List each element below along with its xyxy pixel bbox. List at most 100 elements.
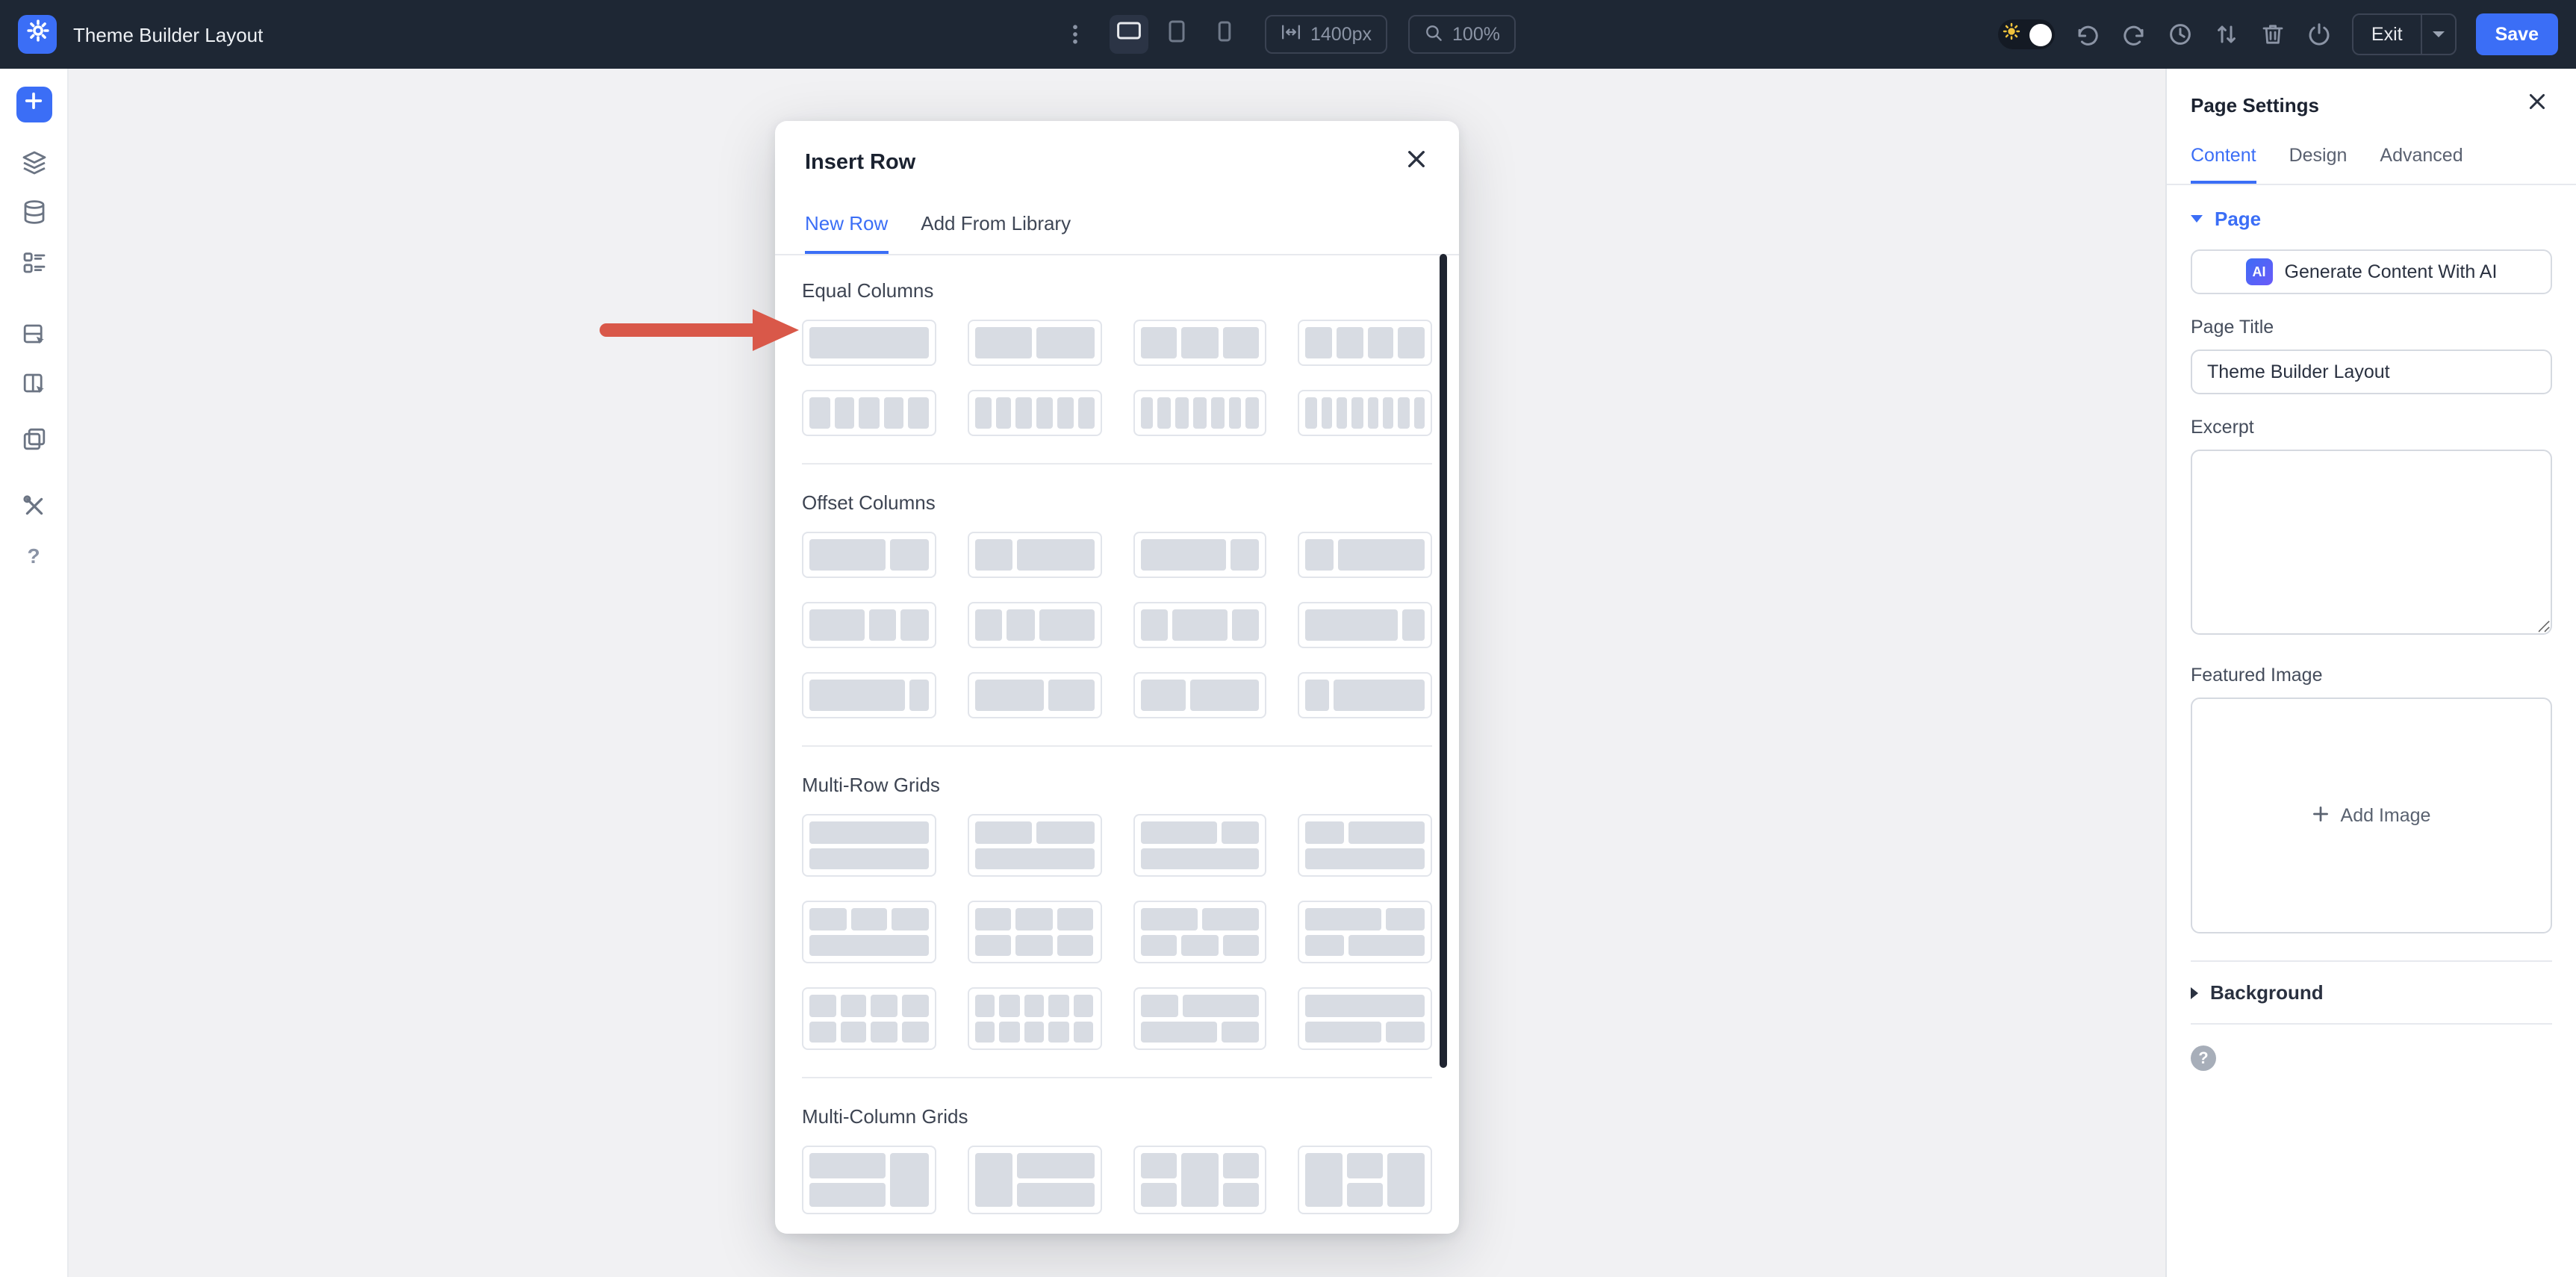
row-layout-option[interactable] — [802, 672, 936, 718]
row-layout-option[interactable] — [1133, 390, 1267, 436]
tablet-icon — [1163, 17, 1189, 52]
tab-new-row[interactable]: New Row — [805, 199, 888, 254]
document-title: Theme Builder Layout — [73, 23, 263, 46]
excerpt-textarea[interactable] — [2191, 450, 2552, 635]
tab-content[interactable]: Content — [2191, 134, 2256, 184]
row-layout-option[interactable] — [968, 320, 1102, 366]
row-layout-option[interactable] — [802, 987, 936, 1050]
help-button[interactable]: ? — [20, 542, 47, 569]
row-layout-option[interactable] — [1133, 532, 1267, 578]
panel-header: Page Settings — [2167, 69, 2576, 134]
row-layout-option[interactable] — [802, 390, 936, 436]
background-section-toggle[interactable]: Background — [2191, 960, 2552, 1025]
row-layout-option[interactable] — [1133, 320, 1267, 366]
row-layout-option[interactable] — [802, 602, 936, 648]
magnifier-icon — [1422, 22, 1443, 47]
history-icon[interactable] — [2167, 21, 2194, 48]
plus-icon — [2312, 804, 2330, 827]
row-layout-option[interactable] — [802, 814, 936, 877]
row-layout-option[interactable] — [802, 532, 936, 578]
mobile-icon — [1210, 17, 1237, 52]
panel-help-button[interactable]: ? — [2191, 1045, 2216, 1071]
add-content-button[interactable] — [16, 87, 52, 122]
row-layout-option[interactable] — [1133, 901, 1267, 963]
modal-section: Offset Columns — [802, 491, 1432, 718]
row-layout-option[interactable] — [1298, 320, 1433, 366]
saved-columns-button[interactable] — [20, 370, 47, 397]
add-image-dropzone[interactable]: Add Image — [2191, 697, 2552, 933]
database-icon — [20, 199, 47, 226]
excerpt-label: Excerpt — [2191, 417, 2552, 438]
row-layout-option[interactable] — [968, 814, 1102, 877]
row-layout-option[interactable] — [1133, 672, 1267, 718]
generate-content-ai-button[interactable]: AI Generate Content With AI — [2191, 249, 2552, 294]
row-layout-option[interactable] — [968, 1146, 1102, 1214]
top-toolbar: Theme Builder Layout — [0, 0, 2576, 69]
redo-button[interactable] — [2121, 21, 2147, 48]
viewport-width-input[interactable]: 1400px — [1264, 15, 1387, 54]
row-layout-option[interactable] — [1298, 602, 1433, 648]
panel-close-button[interactable] — [2522, 90, 2552, 119]
row-layout-option[interactable] — [1133, 987, 1267, 1050]
page-section-toggle[interactable]: Page — [2191, 208, 2552, 230]
ai-icon: AI — [2246, 258, 2273, 285]
section-title: Equal Columns — [802, 279, 1432, 302]
sort-updown-icon[interactable] — [2213, 21, 2240, 48]
theme-toggle[interactable] — [1998, 19, 2055, 49]
page-title-label: Page Title — [2191, 317, 2552, 338]
row-layout-option[interactable] — [968, 672, 1102, 718]
row-layout-option[interactable] — [968, 532, 1102, 578]
exit-button[interactable]: Exit — [2353, 15, 2421, 54]
zoom-level-input[interactable]: 100% — [1407, 15, 1515, 54]
layers-panel-button[interactable] — [20, 149, 47, 176]
insert-row-modal: Insert Row New Row Add From Library Equa… — [775, 121, 1459, 1234]
site-data-button[interactable] — [20, 199, 47, 226]
row-layout-option[interactable] — [968, 602, 1102, 648]
power-icon[interactable] — [2306, 21, 2333, 48]
device-desktop-button[interactable] — [1109, 15, 1148, 54]
row-layout-option[interactable] — [1298, 672, 1433, 718]
ai-button-label: Generate Content With AI — [2285, 261, 2498, 282]
row-layout-option[interactable] — [1298, 814, 1433, 877]
row-layout-option[interactable] — [802, 901, 936, 963]
tab-advanced[interactable]: Advanced — [2380, 134, 2463, 184]
builder-settings-button[interactable] — [18, 15, 57, 54]
undo-button[interactable] — [2074, 21, 2101, 48]
save-button[interactable]: Save — [2476, 13, 2558, 55]
gear-icon — [25, 18, 50, 51]
row-layout-option[interactable] — [968, 987, 1102, 1050]
viewport-width-value: 1400px — [1310, 24, 1372, 45]
caret-down-icon — [2191, 215, 2203, 223]
more-options-kebab-icon[interactable] — [1061, 21, 1088, 48]
row-layout-option[interactable] — [1298, 532, 1433, 578]
trash-icon[interactable] — [2259, 21, 2286, 48]
row-layout-option[interactable] — [802, 320, 936, 366]
tab-design[interactable]: Design — [2289, 134, 2348, 184]
tab-add-from-library[interactable]: Add From Library — [921, 199, 1071, 254]
desktop-icon — [1115, 17, 1142, 52]
panel-title: Page Settings — [2191, 93, 2319, 116]
saved-rows-button[interactable] — [20, 321, 47, 348]
tools-button[interactable] — [20, 493, 47, 520]
device-tablet-button[interactable] — [1157, 15, 1195, 54]
panel-tab-bar: Content Design Advanced — [2167, 134, 2576, 185]
row-layout-option[interactable] — [1298, 987, 1433, 1050]
saved-templates-button[interactable] — [20, 426, 47, 453]
row-layout-option[interactable] — [802, 1146, 936, 1214]
row-layout-option[interactable] — [1298, 390, 1433, 436]
device-mobile-button[interactable] — [1204, 15, 1243, 54]
row-layout-option[interactable] — [1298, 901, 1433, 963]
row-layout-option[interactable] — [1133, 1146, 1267, 1214]
modal-close-button[interactable] — [1399, 146, 1432, 179]
row-layout-option[interactable] — [968, 901, 1102, 963]
row-layout-option[interactable] — [1298, 1146, 1433, 1214]
toggle-knob — [2029, 23, 2052, 46]
topbar-right-group: Exit Save — [1998, 13, 2558, 55]
page-title-input[interactable] — [2191, 349, 2552, 394]
row-layout-option[interactable] — [1133, 814, 1267, 877]
modules-panel-button[interactable] — [20, 249, 47, 276]
exit-dropdown-button[interactable] — [2421, 15, 2455, 54]
row-layout-option[interactable] — [968, 390, 1102, 436]
row-layout-option[interactable] — [1133, 602, 1267, 648]
modal-scrollbar[interactable] — [1440, 254, 1447, 1068]
